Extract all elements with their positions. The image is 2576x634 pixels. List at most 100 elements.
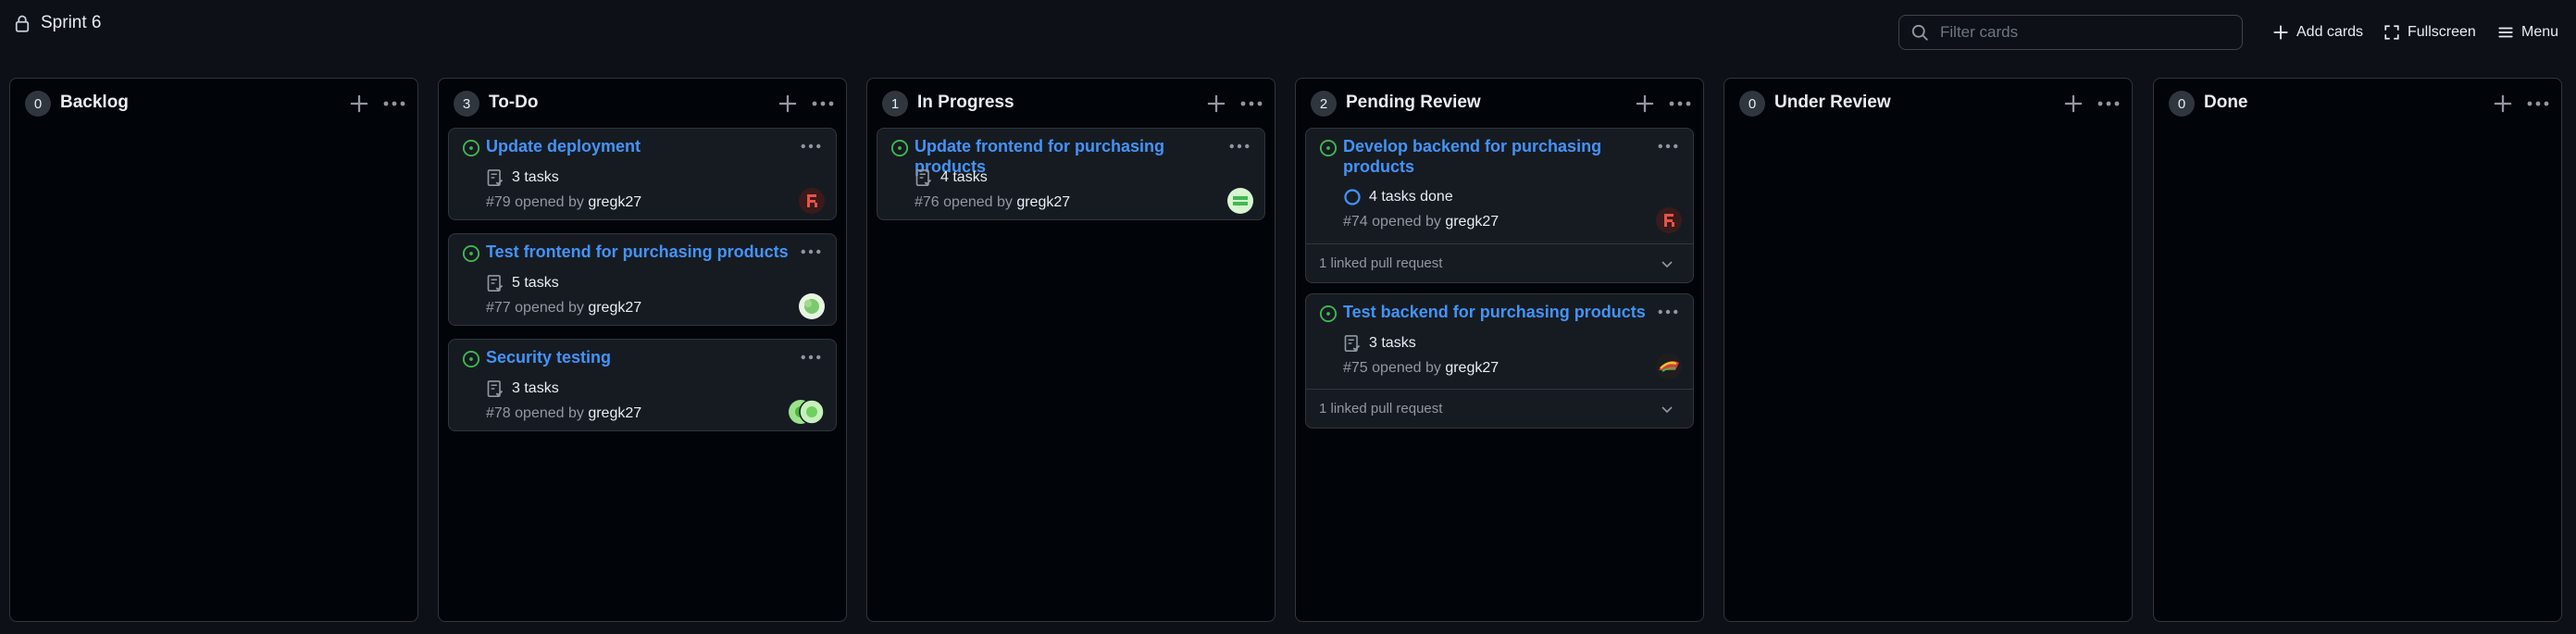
column-header: 0 Backlog [10, 79, 417, 131]
column-name: In Progress [917, 93, 1014, 112]
task-list: 3 tasks [1343, 333, 1416, 354]
avatar[interactable] [799, 293, 825, 319]
avatar-stack[interactable] [788, 399, 825, 425]
issue-author[interactable]: gregk27 [588, 300, 641, 316]
checklist-icon [915, 169, 932, 186]
column-more-icon[interactable] [809, 92, 837, 116]
task-list: 3 tasks [486, 379, 559, 399]
card-more-icon[interactable] [1654, 136, 1682, 156]
column-to-do: 3 To-Do Update deployment 3 tasks #79 op… [438, 78, 847, 622]
task-list: 3 tasks [486, 168, 559, 188]
issue-card[interactable]: Security testing 3 tasks #78 opened by g… [448, 339, 837, 431]
open-issue-icon [462, 350, 480, 368]
linked-pull-request-row[interactable]: 1 linked pull request [1306, 243, 1693, 283]
add-card-icon[interactable] [776, 92, 800, 116]
column-more-icon[interactable] [2095, 92, 2122, 116]
column-under-review: 0 Under Review [1724, 78, 2133, 622]
filter-cards-input[interactable] [1938, 22, 2238, 43]
open-issue-icon [462, 139, 480, 157]
menu-label: Menu [2521, 24, 2559, 40]
search-icon [1911, 24, 1928, 41]
add-cards-button[interactable]: Add cards [2272, 19, 2363, 46]
column-header: 1 In Progress [867, 79, 1275, 131]
task-list: 5 tasks [486, 273, 559, 293]
task-list: 4 tasks [915, 168, 988, 188]
issue-number: #77 opened by [486, 300, 584, 316]
task-count: 4 tasks done [1369, 189, 1453, 205]
column-count: 0 [2169, 91, 2195, 117]
avatar[interactable] [799, 188, 825, 214]
fullscreen-button[interactable]: Fullscreen [2383, 19, 2476, 46]
column-name: Pending Review [1346, 93, 1481, 112]
hamburger-icon [2498, 27, 2513, 38]
add-card-icon[interactable] [2061, 92, 2085, 116]
issue-title-link[interactable]: Update deployment [486, 136, 801, 156]
avatar[interactable] [1656, 207, 1682, 233]
add-card-icon[interactable] [347, 92, 371, 116]
fullscreen-label: Fullscreen [2408, 24, 2476, 40]
column-header: 2 Pending Review [1296, 79, 1703, 131]
avatar-green-blob-icon [799, 293, 825, 319]
card-more-icon[interactable] [797, 136, 825, 156]
chevron-down-icon[interactable] [1660, 256, 1674, 271]
chevron-down-icon[interactable] [1660, 402, 1674, 416]
add-card-icon[interactable] [1204, 92, 1228, 116]
column-count: 3 [454, 91, 479, 117]
column-header: 3 To-Do [439, 79, 846, 131]
column-name: Backlog [60, 93, 129, 112]
fullscreen-icon [2384, 25, 2399, 40]
filter-cards-field[interactable] [1898, 15, 2243, 50]
checklist-icon [487, 169, 504, 186]
issue-author[interactable]: gregk27 [1445, 214, 1499, 230]
task-count: 5 tasks [512, 275, 559, 291]
linked-pull-request-label: 1 linked pull request [1319, 401, 1443, 416]
issue-card[interactable]: Develop backend for purchasing products … [1305, 128, 1694, 283]
avatar[interactable] [1227, 188, 1253, 214]
issue-title-link[interactable]: Test backend for purchasing products [1343, 302, 1658, 322]
card-more-icon[interactable] [797, 347, 825, 367]
issue-meta: #76 opened by gregk27 [915, 194, 1070, 211]
column-header: 0 Done [2154, 79, 2561, 131]
menu-button[interactable]: Menu [2497, 19, 2558, 46]
open-issue-icon [462, 244, 480, 263]
column-more-icon[interactable] [2524, 92, 2552, 116]
checklist-icon [1344, 335, 1361, 352]
avatar-red-pattern-icon [799, 188, 825, 214]
column-count: 0 [25, 91, 51, 117]
lock-icon [15, 15, 30, 32]
column-more-icon[interactable] [1666, 92, 1694, 116]
column-count: 2 [1311, 91, 1337, 117]
issue-author[interactable]: gregk27 [588, 194, 641, 210]
task-count: 3 tasks [512, 380, 559, 396]
issue-title-link[interactable]: Develop backend for purchasing products [1343, 136, 1658, 177]
issue-card[interactable]: Update frontend for purchasing products … [877, 128, 1265, 220]
issue-author[interactable]: gregk27 [588, 405, 641, 421]
avatar[interactable] [1656, 354, 1682, 379]
column-name: Done [2204, 93, 2248, 112]
linked-pull-request-row[interactable]: 1 linked pull request [1306, 389, 1693, 429]
issue-author[interactable]: gregk27 [1445, 360, 1499, 376]
issue-card[interactable]: Test backend for purchasing products 3 t… [1305, 293, 1694, 429]
card-more-icon[interactable] [1654, 302, 1682, 322]
card-more-icon[interactable] [1226, 136, 1253, 156]
column-pending-review: 2 Pending Review Develop backend for pur… [1295, 78, 1704, 622]
issue-card[interactable]: Test frontend for purchasing products 5 … [448, 233, 837, 326]
project-title-text: Sprint 6 [41, 13, 102, 32]
checklist-icon [487, 275, 504, 292]
add-card-icon[interactable] [1633, 92, 1657, 116]
column-more-icon[interactable] [1238, 92, 1265, 116]
task-progress: 4 tasks done [1343, 187, 1453, 207]
column-count: 1 [882, 91, 908, 117]
card-more-icon[interactable] [797, 242, 825, 262]
column-more-icon[interactable] [380, 92, 408, 116]
issue-number: #78 opened by [486, 405, 584, 421]
add-cards-label: Add cards [2296, 24, 2364, 40]
issue-author[interactable]: gregk27 [1016, 194, 1070, 210]
issue-meta: #77 opened by gregk27 [486, 300, 641, 317]
task-count: 4 tasks [940, 169, 988, 185]
add-card-icon[interactable] [2491, 92, 2515, 116]
issue-card[interactable]: Update deployment 3 tasks #79 opened by … [448, 128, 837, 220]
issue-number: #75 opened by [1343, 360, 1441, 376]
issue-title-link[interactable]: Test frontend for purchasing products [486, 242, 801, 262]
issue-title-link[interactable]: Security testing [486, 347, 801, 367]
